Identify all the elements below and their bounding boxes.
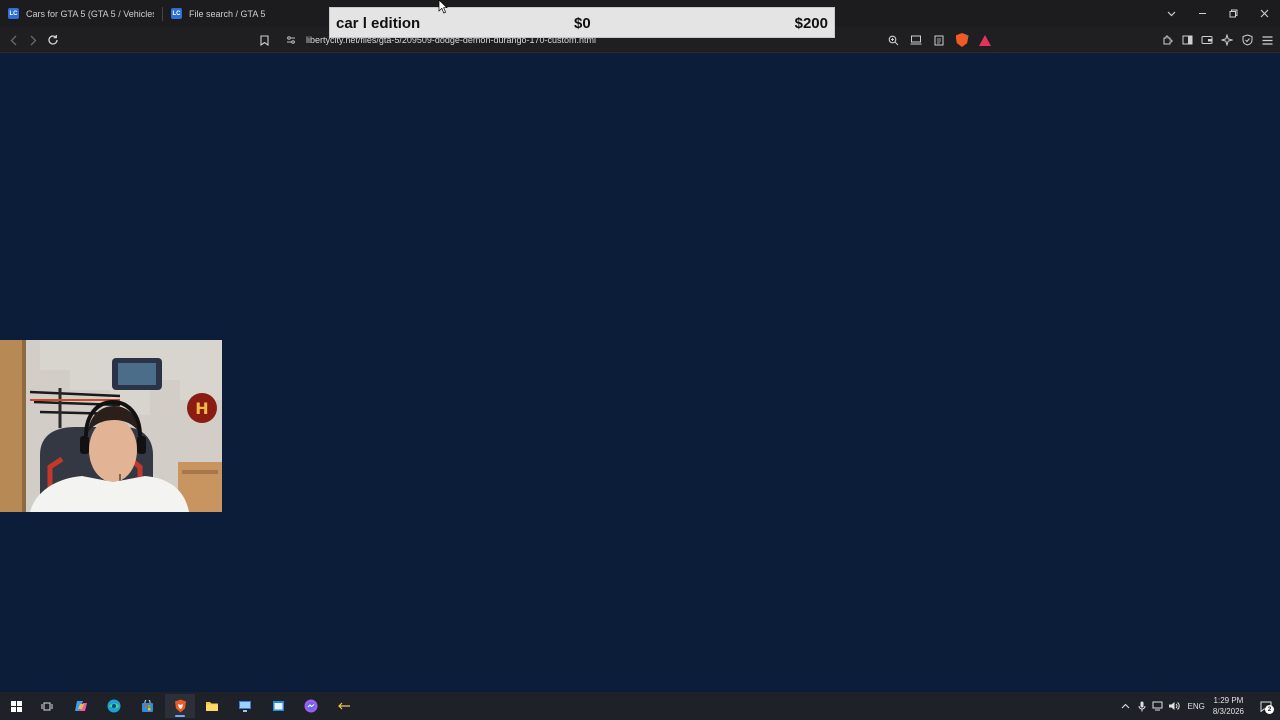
taskbar-window-app[interactable]	[263, 694, 293, 718]
webcam-feed-image: H	[0, 340, 222, 512]
bookmark-icon	[259, 34, 269, 46]
sidebar-button[interactable]	[1180, 33, 1194, 47]
input-language[interactable]: ENG	[1188, 702, 1205, 711]
reload-icon	[48, 35, 58, 45]
restore-button[interactable]	[1218, 0, 1249, 27]
taskbar-file-explorer[interactable]	[197, 694, 227, 718]
network-icon	[1152, 701, 1163, 711]
app-window-icon	[272, 701, 284, 711]
brave-browser-icon	[174, 699, 186, 713]
minimize-button[interactable]	[1187, 0, 1218, 27]
shield-icon	[1242, 34, 1252, 46]
overlay-min-price: $0	[574, 15, 591, 32]
computer-network-icon	[239, 700, 251, 712]
bookmark-button[interactable]	[256, 32, 272, 48]
extensions-button[interactable]	[1160, 33, 1174, 47]
address-bar-actions: 7	[886, 32, 992, 48]
notification-count-badge: 2	[1265, 705, 1274, 714]
wallet-button[interactable]	[1200, 33, 1214, 47]
microphone-button[interactable]	[1134, 692, 1150, 720]
taskbar-edge[interactable]	[99, 694, 129, 718]
brave-rewards-button[interactable]	[978, 33, 992, 47]
menu-button[interactable]	[1260, 33, 1274, 47]
tab-file-search[interactable]: LC File search / GTA 5	[163, 0, 323, 27]
wallet-icon	[1201, 36, 1213, 44]
svg-text:H: H	[195, 399, 208, 418]
sparkle-icon	[1221, 34, 1233, 46]
taskbar-network-app[interactable]	[230, 694, 260, 718]
overlay-max-price: $200	[794, 15, 828, 32]
taskbar-overflow-app[interactable]	[329, 694, 359, 718]
notifications-button[interactable]: 2	[1256, 692, 1276, 720]
shields-count-badge: 7	[964, 33, 969, 37]
close-icon	[1260, 9, 1269, 18]
network-button[interactable]	[1150, 692, 1166, 720]
tab-cars-gta5[interactable]: LC Cars for GTA 5 (GTA 5 / Vehicles / Ca…	[0, 0, 162, 27]
reader-mode-icon[interactable]	[932, 33, 946, 47]
microphone-icon	[1138, 701, 1146, 711]
toolbar-right-actions	[1160, 32, 1274, 48]
back-button[interactable]	[4, 31, 22, 49]
folder-icon	[206, 702, 218, 711]
chevron-down-icon	[1167, 11, 1176, 16]
site-settings-icon[interactable]	[286, 35, 296, 45]
chevron-up-icon	[1121, 703, 1130, 709]
chevron-left-icon	[10, 35, 16, 45]
close-button[interactable]	[1249, 0, 1280, 27]
minimize-icon	[1199, 13, 1206, 14]
messenger-icon	[304, 699, 318, 713]
start-button[interactable]	[1, 694, 31, 718]
tab-title: File search / GTA 5	[189, 8, 266, 19]
clock[interactable]: 1:29 PM 8/3/2026	[1213, 695, 1244, 717]
leo-ai-button[interactable]	[1220, 33, 1234, 47]
show-hidden-icons-button[interactable]	[1118, 692, 1134, 720]
windows-taskbar: ENG 1:29 PM 8/3/2026 2	[0, 692, 1280, 720]
webcam-overlay: H	[0, 340, 222, 512]
price-range-overlay: car l edition $0 $200	[329, 7, 835, 38]
task-view-icon	[41, 702, 53, 710]
sidebar-icon	[1182, 35, 1192, 45]
vpn-button[interactable]	[1240, 33, 1254, 47]
brave-rewards-icon	[979, 34, 991, 46]
window-controls	[1156, 0, 1280, 27]
libertycity-favicon-icon: LC	[8, 8, 19, 19]
restore-icon	[1229, 9, 1238, 18]
taskbar-copilot[interactable]	[66, 694, 96, 718]
store-icon	[141, 699, 153, 712]
clock-time: 1:29 PM	[1213, 696, 1244, 705]
copilot-icon	[75, 701, 87, 711]
brave-shield-icon: 7	[955, 33, 969, 47]
windows-logo-icon	[10, 700, 22, 712]
volume-button[interactable]	[1166, 692, 1182, 720]
taskbar-store[interactable]	[132, 694, 162, 718]
tab-title: Cars for GTA 5 (GTA 5 / Vehicles / Car	[26, 8, 154, 19]
chevron-right-icon	[30, 35, 36, 45]
arrow-left-icon	[338, 702, 350, 710]
speaker-icon	[1168, 702, 1180, 710]
zoom-icon[interactable]	[886, 33, 900, 47]
mouse-cursor-icon	[438, 0, 448, 14]
libertycity-favicon-icon: LC	[171, 8, 182, 19]
tab-list-button[interactable]	[1156, 0, 1187, 27]
puzzle-icon	[1163, 35, 1172, 44]
edge-browser-icon	[107, 699, 121, 713]
system-tray: ENG 1:29 PM 8/3/2026 2	[1118, 692, 1280, 720]
clock-date: 8/3/2026	[1212, 707, 1244, 716]
forward-button[interactable]	[24, 31, 42, 49]
task-view-button[interactable]	[32, 694, 62, 718]
taskbar-brave[interactable]	[165, 694, 195, 718]
reload-button[interactable]	[44, 31, 62, 49]
overlay-item-name: car l edition	[336, 15, 421, 32]
cast-icon[interactable]	[909, 33, 923, 47]
brave-shields-button[interactable]: 7	[955, 33, 969, 47]
taskbar-messenger[interactable]	[296, 694, 326, 718]
hamburger-menu-icon	[1262, 35, 1272, 45]
screen: LC Cars for GTA 5 (GTA 5 / Vehicles / Ca…	[0, 0, 1280, 720]
